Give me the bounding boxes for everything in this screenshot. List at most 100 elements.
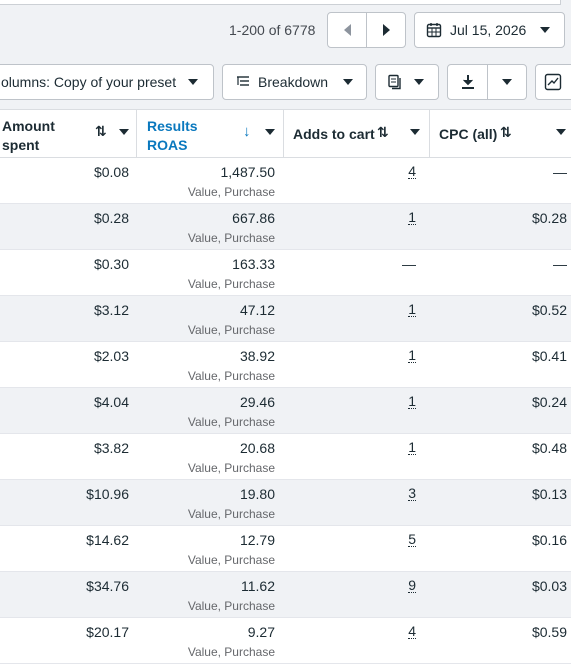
roas-value-cell: 667.86 [232, 210, 275, 226]
column-header-label: spent [2, 137, 40, 153]
breakdown-icon [237, 76, 249, 86]
roas-subtext: Value, Purchase [187, 553, 275, 567]
sort-icon[interactable]: ⇅ [500, 124, 512, 141]
column-header-results-roas[interactable]: Results ROAS ↓ [137, 110, 283, 157]
column-header-label: CPC (all) [439, 126, 498, 142]
roas-value-cell: 19.80 [239, 486, 275, 502]
table-row[interactable]: $0.08 1,487.50 Value, Purchase — 4 [0, 158, 571, 204]
amount-spent-cell: $14.62 [86, 532, 129, 548]
table-row[interactable]: $4.04 29.46 Value, Purchase $0.24 1 [0, 388, 571, 434]
export-button[interactable] [447, 64, 488, 100]
roas-subtext: Value, Purchase [187, 415, 275, 429]
roas-subtext: Value, Purchase [187, 369, 275, 383]
roas-subtext: Value, Purchase [187, 461, 275, 475]
roas-value-cell: 9.27 [247, 624, 275, 640]
column-header-label: ROAS [147, 137, 188, 153]
table-header: Amount spent ⇅ Results ROAS ↓ Adds to ca… [0, 110, 571, 158]
amount-spent-cell: $3.12 [93, 302, 129, 318]
copy-icon [388, 74, 401, 90]
cpc-cell: $0.28 [531, 210, 567, 226]
next-page-button[interactable] [366, 12, 406, 48]
prev-page-button[interactable] [327, 12, 367, 48]
cpc-cell: — [553, 164, 567, 180]
prev-page-icon [343, 24, 351, 36]
adds-to-cart-cell: — [402, 256, 416, 272]
amount-spent-cell: $2.03 [93, 348, 129, 364]
cpc-cell: $0.13 [531, 486, 567, 502]
cpc-cell: — [553, 256, 567, 272]
roas-value-cell: 12.79 [239, 532, 275, 548]
column-header-label: Adds to cart [293, 126, 375, 142]
table-row[interactable]: $3.12 47.12 Value, Purchase $0.52 1 [0, 296, 571, 342]
roas-value-cell: 163.33 [232, 256, 275, 272]
chevron-down-icon [188, 79, 199, 85]
column-header-label: Amount [2, 118, 55, 134]
sort-icon[interactable]: ⇅ [377, 124, 389, 141]
chevron-down-icon [343, 79, 354, 85]
roas-value-cell: 29.46 [239, 394, 275, 410]
table-row[interactable]: $14.62 12.79 Value, Purchase $0.16 5 [0, 526, 571, 572]
adds-to-cart-cell[interactable]: 1 [408, 210, 416, 225]
table-row[interactable]: $34.76 11.62 Value, Purchase $0.03 9 [0, 572, 571, 618]
breakdown-label: Breakdown [258, 74, 329, 90]
next-page-icon [382, 24, 390, 36]
chevron-down-icon[interactable] [410, 129, 420, 135]
pagination-label: 1-200 of 6778 [229, 22, 316, 38]
table-row[interactable]: $0.28 667.86 Value, Purchase $0.28 1 [0, 204, 571, 250]
cpc-cell: $0.59 [531, 624, 567, 640]
columns-preset-dropdown[interactable]: olumns: Copy of your preset [0, 64, 214, 100]
roas-value-cell: 1,487.50 [220, 164, 276, 180]
sort-icon[interactable]: ⇅ [95, 123, 107, 140]
roas-value-cell: 11.62 [241, 578, 275, 594]
roas-subtext: Value, Purchase [187, 507, 275, 521]
roas-subtext: Value, Purchase [187, 185, 275, 199]
chevron-down-icon [540, 27, 551, 33]
cpc-cell: $0.41 [531, 348, 567, 364]
table-row[interactable]: $20.17 9.27 Value, Purchase $0.59 4 [0, 618, 571, 664]
results-table: Amount spent ⇅ Results ROAS ↓ Adds to ca… [0, 109, 571, 668]
amount-spent-cell: $0.08 [93, 164, 129, 180]
adds-to-cart-cell[interactable]: 1 [408, 302, 416, 317]
sort-desc-icon[interactable]: ↓ [243, 123, 251, 140]
cpc-cell: $0.24 [531, 394, 567, 410]
column-header-label: Results [147, 118, 198, 134]
table-row[interactable]: $2.03 38.92 Value, Purchase $0.41 1 [0, 342, 571, 388]
roas-value-cell: 38.92 [239, 348, 275, 364]
date-picker-label: Jul 15, 2026 [450, 22, 527, 38]
chevron-down-icon[interactable] [119, 129, 129, 135]
amount-spent-cell: $20.17 [86, 624, 129, 640]
adds-to-cart-cell[interactable]: 1 [408, 348, 416, 363]
column-header-amount-spent[interactable]: Amount spent ⇅ [0, 110, 136, 157]
adds-to-cart-cell[interactable]: 4 [408, 164, 416, 179]
chevron-down-icon[interactable] [265, 129, 275, 135]
adds-to-cart-cell[interactable]: 9 [408, 578, 416, 593]
table-row[interactable]: $10.96 19.80 Value, Purchase $0.13 3 [0, 480, 571, 526]
amount-spent-cell: $10.96 [86, 486, 129, 502]
adds-to-cart-cell[interactable]: 4 [408, 624, 416, 639]
charts-button[interactable] [535, 64, 571, 100]
adds-to-cart-cell[interactable]: 3 [408, 486, 416, 501]
reports-dropdown[interactable] [375, 64, 439, 100]
chart-icon [544, 73, 562, 91]
roas-subtext: Value, Purchase [187, 231, 275, 245]
adds-to-cart-cell[interactable]: 1 [408, 394, 416, 409]
export-options-button[interactable] [487, 64, 527, 100]
column-header-adds-to-cart[interactable]: Adds to cart ⇅ [284, 110, 429, 157]
table-row[interactable]: $0.30 163.33 Value, Purchase — — [0, 250, 571, 296]
roas-subtext: Value, Purchase [187, 599, 275, 613]
breakdown-dropdown[interactable]: Breakdown [222, 64, 367, 100]
chevron-down-icon [502, 79, 512, 85]
cpc-cell: $0.52 [531, 302, 567, 318]
chevron-down-icon[interactable] [556, 129, 566, 135]
roas-value-cell: 47.12 [239, 302, 275, 318]
table-row[interactable]: $3.82 20.68 Value, Purchase $0.48 1 [0, 434, 571, 480]
calendar-icon [426, 23, 442, 38]
adds-to-cart-cell[interactable]: 1 [408, 440, 416, 455]
date-picker-button[interactable]: Jul 15, 2026 [414, 12, 565, 48]
adds-to-cart-cell[interactable]: 5 [408, 532, 416, 547]
cpc-cell: $0.16 [531, 532, 567, 548]
amount-spent-cell: $0.30 [93, 256, 129, 272]
column-header-cpc-all[interactable]: CPC (all) ⇅ [430, 110, 571, 157]
roas-subtext: Value, Purchase [187, 277, 275, 291]
chevron-down-icon [414, 79, 424, 85]
